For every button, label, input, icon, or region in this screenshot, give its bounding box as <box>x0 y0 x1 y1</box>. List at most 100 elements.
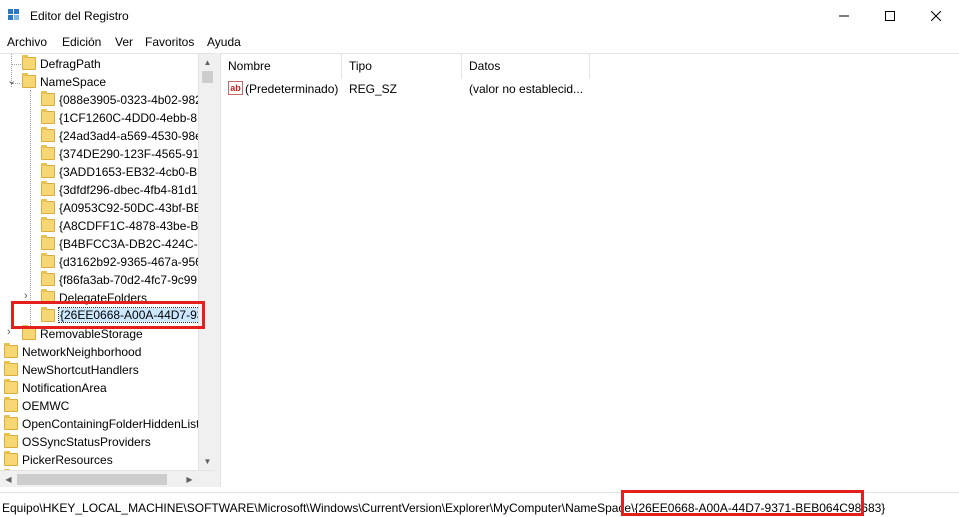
scrollbar-thumb[interactable] <box>202 71 213 83</box>
menu-favoritos[interactable]: Favoritos <box>145 35 194 49</box>
scroll-up-icon[interactable]: ▲ <box>199 54 216 71</box>
folder-icon <box>22 325 36 340</box>
column-header-datos[interactable]: Datos <box>462 54 590 78</box>
tree-item-label: {A8CDFF1C-4878-43be-B5 <box>59 219 206 233</box>
tree-item-label: {B4BFCC3A-DB2C-424C-B <box>59 237 206 251</box>
tree-horizontal-scrollbar[interactable]: ◀ ▶ <box>0 470 215 487</box>
tree-item[interactable]: {A8CDFF1C-4878-43be-B5 <box>0 217 205 235</box>
tree-item-label: {1CF1260C-4DD0-4ebb-81 <box>59 111 204 125</box>
tree-item-label: DelegateFolders <box>59 291 148 305</box>
tree-item[interactable]: PickerResources <box>0 451 200 469</box>
tree-item-label: NameSpace <box>40 75 107 89</box>
tree-item[interactable]: {26EE0668-A00A-44D7-937 <box>0 307 213 325</box>
status-path: Equipo\HKEY_LOCAL_MACHINE\SOFTWARE\Micro… <box>2 501 885 515</box>
tree-item-label: DefragPath <box>40 57 101 71</box>
values-list[interactable]: Nombre Tipo Datos ab (Predeterminado) RE… <box>220 53 959 487</box>
tree-item-label: OEMWC <box>22 399 70 413</box>
folder-icon <box>4 343 18 358</box>
tree-vertical-scrollbar[interactable]: ▲ ▼ <box>198 54 215 470</box>
tree-item[interactable]: NewShortcutHandlers <box>0 361 200 379</box>
scrollbar-thumb[interactable] <box>17 474 167 485</box>
tree-item[interactable]: NotificationArea <box>0 379 200 397</box>
column-header-nombre[interactable]: Nombre <box>221 54 342 78</box>
folder-icon <box>4 361 18 376</box>
string-value-icon: ab <box>228 81 243 95</box>
folder-icon <box>22 55 36 70</box>
list-item[interactable]: ab (Predeterminado) REG_SZ (valor no est… <box>221 79 591 99</box>
folder-icon <box>22 73 36 88</box>
scroll-right-icon[interactable]: ▶ <box>181 471 198 488</box>
folder-icon <box>41 199 55 214</box>
tree-item[interactable]: {d3162b92-9365-467a-956 <box>0 253 202 271</box>
folder-icon <box>41 163 55 178</box>
folder-icon <box>41 289 55 304</box>
minimize-icon <box>839 15 849 17</box>
tree-item-label: {26EE0668-A00A-44D7-937 <box>57 307 213 323</box>
menu-edicion[interactable]: Edición <box>62 35 101 49</box>
scroll-down-icon[interactable]: ▼ <box>199 453 216 470</box>
menu-ver[interactable]: Ver <box>115 35 133 49</box>
registry-editor-icon <box>8 9 22 23</box>
tree-item-label: PickerResources <box>22 453 113 467</box>
menu-bar: Archivo Edición Ver Favoritos Ayuda <box>0 32 959 52</box>
value-type: REG_SZ <box>349 82 398 96</box>
tree-item-label: OSSyncStatusProviders <box>22 435 151 449</box>
value-name: (Predeterminado) <box>245 82 339 96</box>
tree-item[interactable]: {24ad3ad4-a569-4530-98e <box>0 127 202 145</box>
tree-item-label: NewShortcutHandlers <box>22 363 139 377</box>
folder-icon <box>41 127 55 142</box>
tree-item-label: RemovableStorage <box>40 327 143 341</box>
tree-item[interactable]: {3ADD1653-EB32-4cb0-BB <box>0 163 205 181</box>
tree-item-label: {3ADD1653-EB32-4cb0-BB <box>59 165 206 179</box>
minimize-button[interactable] <box>821 0 867 32</box>
menu-archivo[interactable]: Archivo <box>7 35 47 49</box>
tree-item[interactable]: {B4BFCC3A-DB2C-424C-B <box>0 235 206 253</box>
folder-icon <box>41 307 55 322</box>
scroll-left-icon[interactable]: ◀ <box>0 471 17 488</box>
tree-item[interactable]: {1CF1260C-4DD0-4ebb-81 <box>0 109 204 127</box>
tree-item[interactable]: {f86fa3ab-70d2-4fc7-9c99 <box>0 271 200 289</box>
tree-item-label: {d3162b92-9365-467a-956 <box>59 255 202 269</box>
tree-item[interactable]: DefragPath <box>0 55 200 73</box>
close-icon <box>931 11 941 21</box>
tree-item[interactable]: › DelegateFolders <box>0 289 200 307</box>
folder-icon <box>4 433 18 448</box>
tree-item[interactable]: {088e3905-0323-4b02-9826 <box>0 91 208 109</box>
close-button[interactable] <box>913 0 959 32</box>
folder-icon <box>41 91 55 106</box>
tree-item-label: {374DE290-123F-4565-9164 <box>59 147 213 161</box>
tree-item[interactable]: OpenContainingFolderHiddenList <box>0 415 200 433</box>
column-header-tipo[interactable]: Tipo <box>342 54 462 78</box>
folder-icon <box>4 397 18 412</box>
tree-item[interactable]: OEMWC <box>0 397 200 415</box>
expand-chevron-icon[interactable]: › <box>7 326 17 338</box>
tree-item-label: {f86fa3ab-70d2-4fc7-9c99 <box>59 273 198 287</box>
tree-item[interactable]: {374DE290-123F-4565-9164 <box>0 145 212 163</box>
tree-item-label: {A0953C92-50DC-43bf-BE8 <box>59 201 209 215</box>
folder-icon <box>4 379 18 394</box>
tree-item[interactable]: › RemovableStorage <box>0 325 200 343</box>
tree-item-label: NetworkNeighborhood <box>22 345 142 359</box>
folder-icon <box>4 415 18 430</box>
tree-item[interactable]: {3dfdf296-dbec-4fb4-81d1 <box>0 181 200 199</box>
tree-item[interactable]: NetworkNeighborhood <box>0 343 200 361</box>
tree-item[interactable]: ⌄ NameSpace <box>0 73 200 91</box>
collapse-chevron-icon[interactable]: ⌄ <box>7 74 17 87</box>
tree-item[interactable]: {A0953C92-50DC-43bf-BE8 <box>0 199 208 217</box>
folder-icon <box>41 217 55 232</box>
folder-icon <box>4 451 18 466</box>
maximize-button[interactable] <box>867 0 913 32</box>
folder-icon <box>41 145 55 160</box>
folder-icon <box>41 235 55 250</box>
tree-item-label: NotificationArea <box>22 381 107 395</box>
window-title: Editor del Registro <box>30 9 129 23</box>
folder-icon <box>41 253 55 268</box>
folder-icon <box>41 271 55 286</box>
tree-item-label: {088e3905-0323-4b02-9826 <box>59 93 209 107</box>
expand-chevron-icon[interactable]: › <box>24 290 34 302</box>
registry-tree[interactable]: DefragPath ⌄ NameSpace {088e3905-0323-4b02-… <box>0 53 215 485</box>
status-path-prefix: Equipo\HKEY_LOCAL_MACHINE\SOFTWARE\Micro… <box>2 501 635 515</box>
status-path-key: {26EE0668-A00A-44D7-9371-BEB064C98683} <box>634 501 886 515</box>
menu-ayuda[interactable]: Ayuda <box>207 35 241 49</box>
tree-item[interactable]: OSSyncStatusProviders <box>0 433 200 451</box>
